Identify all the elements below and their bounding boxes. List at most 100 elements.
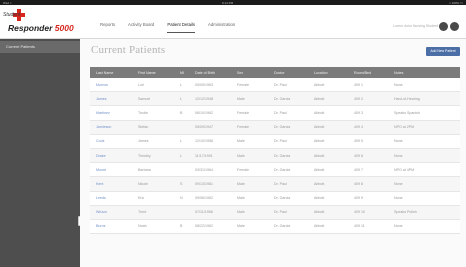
patient-name-link[interactable]: Moore	[90, 168, 132, 172]
notifications-button[interactable]	[439, 22, 448, 31]
patients-table: Last Name First Name MI Date of Birth Sex Doc…	[90, 67, 460, 235]
table-row[interactable]: Jamieson Stefan 05/09/1947 Female Dr. Garcia…	[90, 120, 460, 135]
table-cell: Abbott	[314, 210, 325, 215]
nav-item-administration[interactable]: Administration	[208, 13, 235, 37]
table-cell: 409 11	[354, 224, 365, 229]
main-content: Current Patients Add New Patient Last Na…	[80, 39, 466, 267]
logo-top-text: Student	[3, 12, 21, 18]
table-cell: Female	[237, 167, 249, 172]
column-header-notes[interactable]: Notes	[388, 71, 460, 75]
patient-name-link[interactable]: Jamieson	[90, 125, 132, 129]
table-cell: Eric	[138, 196, 145, 201]
table-row[interactable]: Cook James L 12/10/1958 Male Dr. Paul Abbott 40…	[90, 134, 460, 149]
column-header-first-name[interactable]: First Name	[132, 71, 174, 75]
table-row[interactable]: Leeds Eric N 09/06/1962 Male Dr. Garcia Abbott…	[90, 191, 460, 206]
table-cell: 409 10	[354, 210, 365, 215]
table-row[interactable]: Wrizzo Trent 07/11/1958 Male Dr. Paul Abbott 4…	[90, 205, 460, 220]
add-patient-button[interactable]: Add New Patient	[426, 47, 460, 56]
settings-button[interactable]	[450, 22, 459, 31]
column-header-date-of-birth[interactable]: Date of Birth	[189, 71, 231, 75]
patient-name-link[interactable]: Wrizzo	[90, 210, 132, 214]
table-cell: Dr. Paul	[274, 210, 287, 215]
table-cell: Dr. Garcia	[274, 167, 291, 172]
table-row[interactable]: Moore Barbara 03/31/1964 Female Dr. Garcia Ab…	[90, 163, 460, 178]
sidebar-item-current-patients[interactable]: Current Patients	[0, 41, 80, 53]
table-cell: Nicole	[138, 181, 148, 186]
logo-brand-name: Responder	[8, 23, 53, 33]
table-cell: None	[394, 224, 403, 229]
table-cell: 409 8	[354, 181, 363, 186]
table-cell: Samuel	[138, 96, 151, 101]
table-cell: Dr. Garcia	[274, 224, 291, 229]
table-cell: Dr. Garcia	[274, 96, 291, 101]
column-header-doctor[interactable]: Doctor	[268, 71, 308, 75]
nav-item-patient-details[interactable]: Patient Details	[167, 13, 195, 37]
table-cell: Speaks Polish	[394, 210, 417, 215]
table-cell: Male	[237, 153, 245, 158]
table-cell: 409 6	[354, 153, 363, 158]
table-cell: Male	[237, 139, 245, 144]
app-logo[interactable]: Student Responder 5000	[2, 8, 92, 36]
column-header-location[interactable]: Location	[308, 71, 348, 75]
patient-name-link[interactable]: Kent	[90, 182, 132, 186]
table-cell: None	[394, 181, 403, 186]
table-row[interactable]: Morrow Lori L 05/05/1963 Female Dr. Paul Abbot…	[90, 78, 460, 93]
table-header: Last Name First Name MI Date of Birth Sex Doc…	[90, 67, 460, 78]
table-row[interactable]: Burns Noah B 08/22/1962 Male Dr. Garcia Abbott…	[90, 219, 460, 235]
patient-name-link[interactable]: Morrow	[90, 83, 132, 87]
table-cell: Abbott	[314, 96, 325, 101]
table-cell: Male	[237, 181, 245, 186]
user-name[interactable]: Lorem dolor Nursing Student	[393, 24, 438, 28]
table-cell: Lori	[138, 82, 144, 87]
table-cell: Abbott	[314, 196, 325, 201]
patient-name-link[interactable]: James	[90, 97, 132, 101]
column-header-last-name[interactable]: Last Name	[90, 71, 132, 75]
table-cell: 05/09/1947	[195, 125, 213, 130]
table-body: Morrow Lori L 05/05/1963 Female Dr. Paul Abbot…	[90, 78, 460, 235]
table-cell: 409 5	[354, 139, 363, 144]
patient-name-link[interactable]: Burns	[90, 224, 132, 228]
patient-name-link[interactable]: Drake	[90, 154, 132, 158]
table-cell: Abbott	[314, 153, 325, 158]
table-cell: Trudie	[138, 110, 149, 115]
table-cell: 05/05/1963	[195, 82, 213, 87]
table-cell: 409 2	[354, 96, 363, 101]
table-row[interactable]: Drake Timothy L 11/17/1991 Male Dr. Garcia Abb…	[90, 148, 460, 164]
column-header-sex[interactable]: Sex	[231, 71, 268, 75]
table-row[interactable]: Kent Nicole S 09/13/1981 Male Dr. Paul Abbott 4…	[90, 177, 460, 192]
table-cell: Abbott	[314, 125, 325, 130]
table-cell: Abbott	[314, 167, 325, 172]
table-cell: Noah	[138, 224, 147, 229]
nav-item-activity-board[interactable]: Activity Board	[128, 13, 154, 37]
logo-brand-number: 5000	[54, 23, 74, 33]
table-row[interactable]: James Samuel L 12/12/1948 Male Dr. Garcia Abbo…	[90, 92, 460, 107]
patient-name-link[interactable]: Martinez	[90, 111, 132, 115]
table-cell: Abbott	[314, 139, 325, 144]
table-cell: Trent	[138, 210, 147, 215]
table-cell: None	[394, 153, 403, 158]
table-cell: Female	[237, 110, 249, 115]
nav-item-reports[interactable]: Reports	[100, 13, 115, 37]
top-nav: Reports Activity Board Patient Details Admi…	[100, 13, 248, 37]
table-row[interactable]: Martinez Trudie B 08/10/1962 Female Dr. Paul A…	[90, 106, 460, 121]
table-cell: NPO at 4PM	[394, 167, 415, 172]
table-cell: 409 1	[354, 82, 363, 87]
table-cell: Male	[237, 96, 245, 101]
table-cell: 09/06/1962	[195, 196, 213, 201]
table-cell: Abbott	[314, 110, 325, 115]
table-cell: Abbott	[314, 224, 325, 229]
table-cell: NPO at 2PM	[394, 125, 415, 130]
table-cell: L	[180, 82, 182, 87]
column-header-mi[interactable]: MI	[174, 71, 189, 75]
table-cell: Stefan	[138, 125, 149, 130]
page-title: Current Patients	[91, 44, 166, 56]
table-cell: James	[138, 139, 149, 144]
table-cell: Dr. Paul	[274, 181, 287, 186]
table-cell: N	[180, 196, 183, 201]
table-cell: L	[180, 153, 182, 158]
patient-name-link[interactable]: Cook	[90, 139, 132, 143]
table-cell: B	[180, 110, 183, 115]
table-cell: 03/31/1964	[195, 167, 213, 172]
patient-name-link[interactable]: Leeds	[90, 196, 132, 200]
column-header-room-bed[interactable]: Room/Bed	[348, 71, 388, 75]
